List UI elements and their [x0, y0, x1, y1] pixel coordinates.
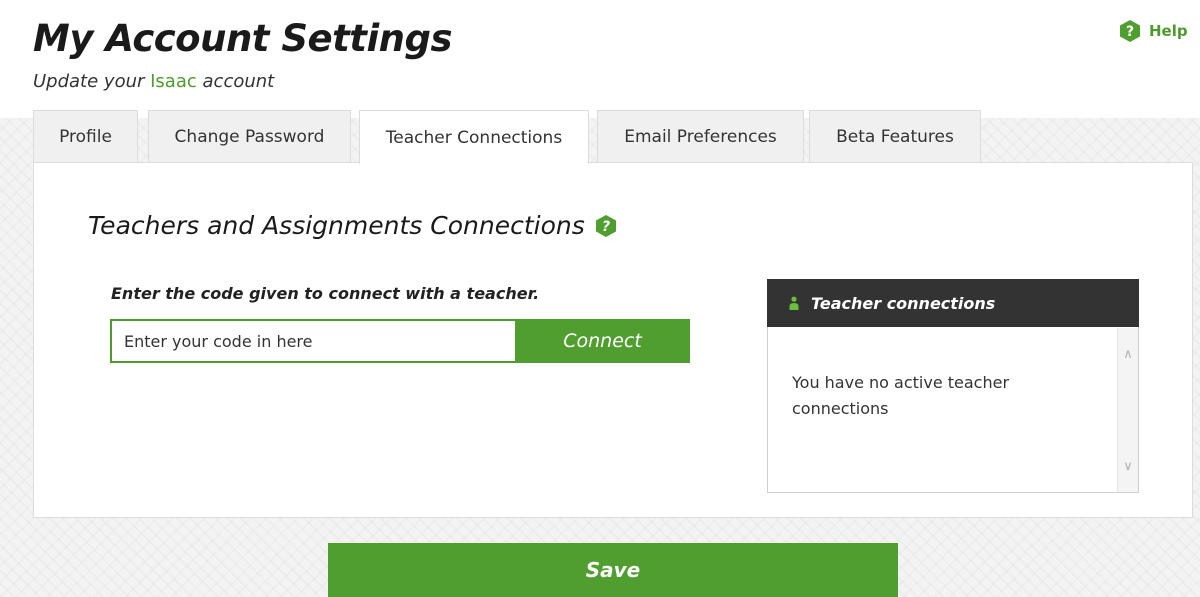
- help-link[interactable]: ? Help: [1119, 19, 1188, 43]
- svg-text:?: ?: [602, 219, 610, 235]
- teacher-connections-header: Teacher connections: [767, 279, 1139, 327]
- help-label: Help: [1149, 22, 1188, 40]
- subtitle-prefix: Update your: [33, 71, 145, 92]
- teacher-connections-list: You have no active teacher connections: [792, 373, 1010, 418]
- brand-link[interactable]: Isaac: [150, 71, 197, 92]
- tab-profile[interactable]: Profile: [33, 110, 138, 163]
- page-title: My Account Settings: [33, 17, 453, 60]
- subtitle-suffix: account: [202, 71, 275, 92]
- connections-scrollbar[interactable]: ∧ ∨: [1117, 328, 1138, 492]
- question-hexagon-icon: ?: [1120, 20, 1140, 42]
- chevron-up-icon[interactable]: ∧: [1118, 344, 1138, 364]
- tab-beta-features[interactable]: Beta Features: [809, 110, 981, 163]
- tab-teacher-connections[interactable]: Teacher Connections: [359, 110, 589, 164]
- page-subtitle: Update your Isaac account: [33, 71, 274, 92]
- tab-change-password[interactable]: Change Password: [148, 110, 351, 163]
- teacher-connections-title: Teacher connections: [811, 293, 996, 313]
- chevron-down-icon[interactable]: ∨: [1118, 456, 1138, 476]
- user-icon: [789, 296, 799, 310]
- svg-text:?: ?: [1126, 24, 1134, 40]
- connect-prompt: Enter the code given to connect with a t…: [111, 284, 540, 303]
- save-button[interactable]: Save: [328, 543, 898, 597]
- tab-email-preferences[interactable]: Email Preferences: [597, 110, 804, 163]
- question-hexagon-icon[interactable]: ?: [595, 214, 617, 238]
- connect-button[interactable]: Connect: [515, 319, 690, 363]
- section-title-text: Teachers and Assignments Connections: [88, 211, 585, 240]
- teacher-code-input[interactable]: [110, 319, 516, 363]
- section-title: Teachers and Assignments Connections ?: [88, 211, 617, 240]
